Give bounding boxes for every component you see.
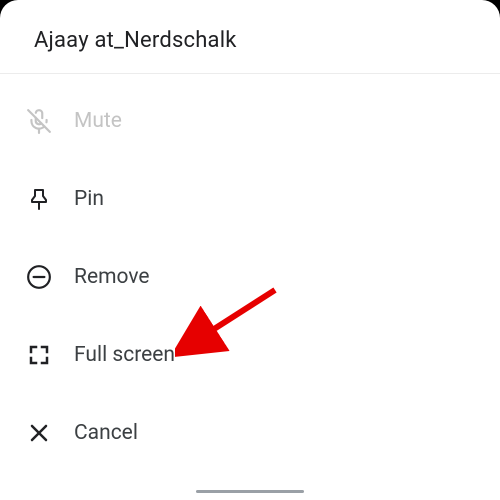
pin-item[interactable]: Pin <box>0 160 500 238</box>
sheet-header: Ajaay at_Nerdschalk <box>0 0 500 74</box>
pin-label: Pin <box>74 187 104 211</box>
participant-name: Ajaay at_Nerdschalk <box>34 28 466 53</box>
remove-item[interactable]: Remove <box>0 238 500 316</box>
action-sheet: Ajaay at_Nerdschalk Mute <box>0 0 500 500</box>
mute-item: Mute <box>0 82 500 160</box>
remove-label: Remove <box>74 265 150 289</box>
fullscreen-icon <box>24 340 54 370</box>
fullscreen-item[interactable]: Full screen <box>0 316 500 394</box>
pin-icon <box>24 184 54 214</box>
mute-label: Mute <box>74 109 122 133</box>
mute-icon <box>24 106 54 136</box>
remove-icon <box>24 262 54 292</box>
home-indicator <box>196 490 304 494</box>
menu-list: Mute Pin Remove <box>0 74 500 472</box>
cancel-item[interactable]: Cancel <box>0 394 500 472</box>
close-icon <box>24 418 54 448</box>
fullscreen-label: Full screen <box>74 343 175 367</box>
cancel-label: Cancel <box>74 421 138 445</box>
